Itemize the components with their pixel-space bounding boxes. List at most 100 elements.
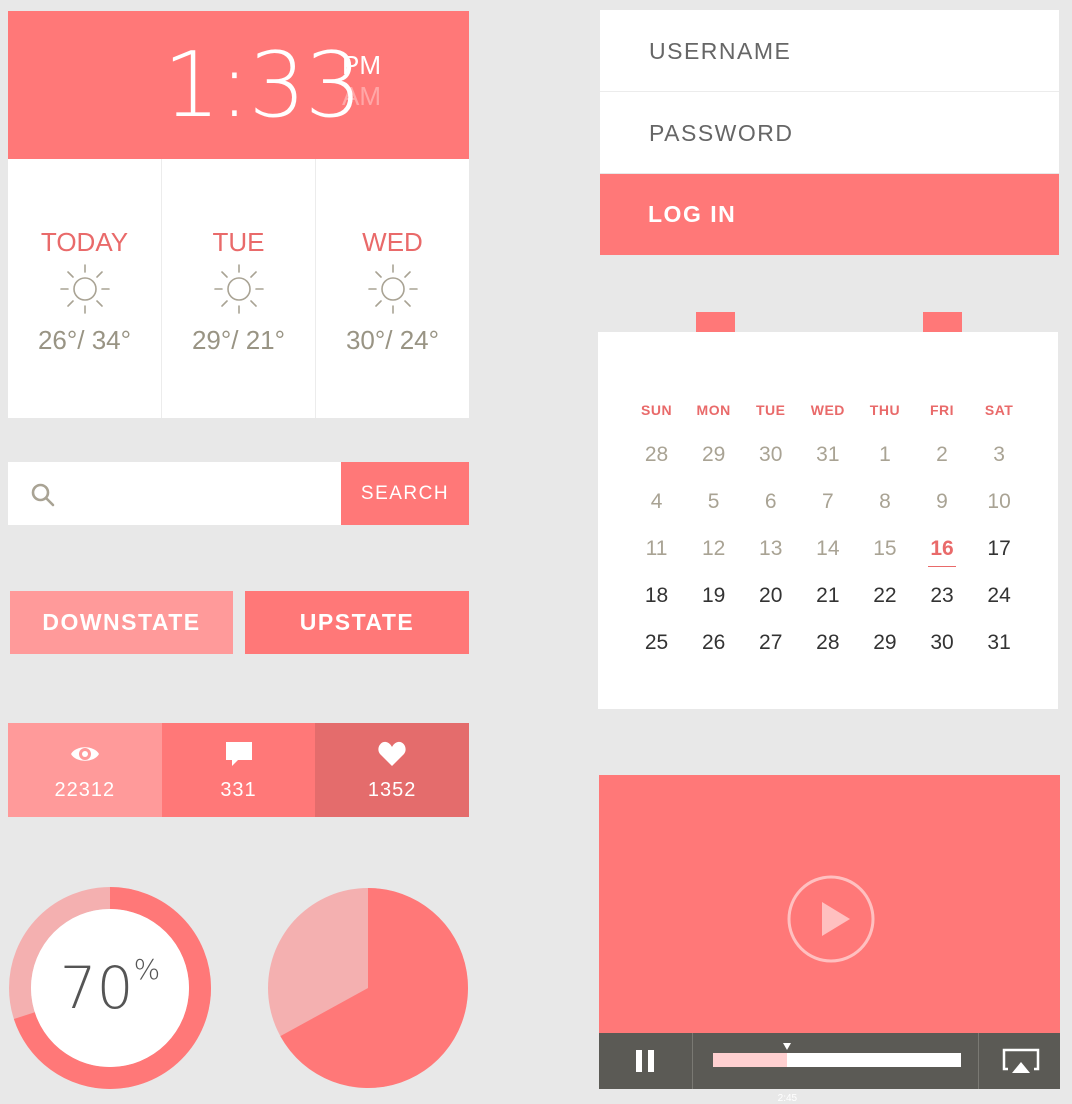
calendar-day[interactable]: 5: [685, 485, 742, 532]
eye-icon: [70, 747, 99, 761]
calendar-day[interactable]: 30: [742, 438, 799, 485]
comment-icon: [225, 742, 252, 766]
calendar-day[interactable]: 2: [913, 438, 970, 485]
calendar-day[interactable]: 19: [685, 579, 742, 626]
calendar-week: 18 19 20 21 22 23 24: [628, 579, 1028, 626]
weather-day: WED 30°/ 24°: [316, 159, 469, 418]
weather-day-name: WED: [362, 227, 423, 257]
views-stat[interactable]: 22312: [8, 723, 162, 817]
pie-graphic: [268, 888, 468, 1088]
username-field-wrapper: [600, 10, 1059, 93]
seek-bar[interactable]: 2:45: [713, 1043, 961, 1104]
current-time: 2:45: [777, 1093, 798, 1104]
downstate-button[interactable]: DOWNSTATE: [10, 591, 233, 654]
calendar-day[interactable]: 4: [628, 485, 685, 532]
calendar-day[interactable]: 31: [971, 626, 1028, 673]
weather-temp: 29°/ 21°: [191, 325, 286, 355]
calendar-day[interactable]: 28: [628, 438, 685, 485]
video-player: 2:45: [599, 775, 1060, 1104]
calendar-day[interactable]: 29: [685, 438, 742, 485]
calendar-day[interactable]: 27: [742, 626, 799, 673]
airplay-icon[interactable]: [978, 1033, 1060, 1089]
calendar-day[interactable]: 7: [799, 485, 856, 532]
calendar-day[interactable]: 28: [799, 626, 856, 673]
seek-handle[interactable]: [783, 1043, 792, 1050]
likes-stat[interactable]: 1352: [315, 723, 470, 817]
calendar-day[interactable]: 9: [913, 485, 970, 532]
video-controls: 2:45: [599, 1033, 1060, 1104]
weather-day: TODAY 26°/ 34°: [8, 159, 162, 418]
comments-stat[interactable]: 331: [161, 723, 316, 817]
sun-icon: [213, 264, 264, 314]
sun-icon: [367, 264, 418, 314]
search-icon: [31, 483, 55, 507]
calendar-day[interactable]: 25: [628, 626, 685, 673]
calendar-day[interactable]: 20: [742, 579, 799, 626]
weather-widget: TODAY 26°/ 34° TUE 29°/ 21° WED 30°/ 24°: [8, 159, 469, 418]
calendar-day[interactable]: 29: [856, 626, 913, 673]
calendar-day[interactable]: 10: [971, 485, 1028, 532]
weather-temp: 26°/ 34°: [37, 325, 132, 355]
username-field[interactable]: [647, 10, 1041, 93]
progress-unit: %: [133, 953, 161, 986]
calendar: SUN MON TUE WED THU FRI SAT 28 29 30 31 1 2 3 4…: [598, 332, 1058, 709]
weekday-label: THU: [869, 402, 901, 418]
calendar-day[interactable]: 14: [799, 532, 856, 579]
calendar-day[interactable]: 6: [742, 485, 799, 532]
views-count: 22312: [54, 779, 116, 801]
calendar-day[interactable]: 15: [856, 532, 913, 579]
social-stats: 22312 331 1352: [8, 723, 470, 817]
calendar-day[interactable]: 23: [913, 579, 970, 626]
weekday-label: SUN: [641, 402, 673, 418]
pause-icon[interactable]: [599, 1033, 693, 1089]
upstate-button[interactable]: UPSTATE: [245, 591, 469, 654]
weekday-label: WED: [810, 402, 845, 418]
weather-temp: 30°/ 24°: [345, 325, 440, 355]
pie-chart: [266, 886, 470, 1090]
clock-am[interactable]: AM: [342, 82, 381, 110]
calendar-day-today[interactable]: 16: [913, 532, 970, 579]
clock-widget: 1:33 PM AM: [8, 11, 469, 159]
search-input[interactable]: [70, 462, 344, 527]
calendar-grid: 28 29 30 31 1 2 3 4 5 6 7 8 9 10 11 12 13 14 15 16 17 18 19 20 2…: [628, 438, 1028, 673]
calendar-day[interactable]: 3: [971, 438, 1028, 485]
password-field-wrapper: [600, 92, 1059, 175]
calendar-weekdays: SUN MON TUE WED THU FRI SAT: [628, 402, 1028, 418]
calendar-day[interactable]: 31: [799, 438, 856, 485]
progress-label: 70%: [8, 886, 212, 1090]
calendar-day[interactable]: 12: [685, 532, 742, 579]
calendar-day[interactable]: 1: [856, 438, 913, 485]
login-button[interactable]: LOG IN: [600, 174, 1059, 255]
progress-value: 70: [59, 954, 134, 1022]
weekday-label: TUE: [755, 402, 786, 418]
calendar-day[interactable]: 18: [628, 579, 685, 626]
calendar-day[interactable]: 26: [685, 626, 742, 673]
calendar-day[interactable]: 21: [799, 579, 856, 626]
search-bar: SEARCH: [8, 462, 469, 527]
password-field[interactable]: [647, 92, 1041, 175]
calendar-day[interactable]: 24: [971, 579, 1028, 626]
calendar-day[interactable]: 17: [971, 532, 1028, 579]
likes-count: 1352: [367, 779, 417, 801]
calendar-week: 25 26 27 28 29 30 31: [628, 626, 1028, 673]
clock-time: 1:33: [163, 33, 362, 138]
calendar-week: 28 29 30 31 1 2 3: [628, 438, 1028, 485]
calendar-day[interactable]: 11: [628, 532, 685, 579]
progress-ring: 70%: [8, 886, 212, 1090]
weekday-label: FRI: [929, 402, 955, 418]
calendar-day[interactable]: 8: [856, 485, 913, 532]
calendar-day[interactable]: 30: [913, 626, 970, 673]
search-button[interactable]: SEARCH: [341, 462, 469, 525]
weekday-label: MON: [696, 402, 731, 418]
login-form: LOG IN: [600, 10, 1059, 255]
calendar-week: 11 12 13 14 15 16 17: [628, 532, 1028, 579]
play-icon[interactable]: [787, 875, 875, 963]
heart-icon: [378, 741, 406, 766]
weather-day-name: TODAY: [40, 227, 129, 257]
calendar-day[interactable]: 22: [856, 579, 913, 626]
weather-day: TUE 29°/ 21°: [162, 159, 316, 418]
comments-count: 331: [220, 779, 257, 801]
calendar-day[interactable]: 13: [742, 532, 799, 579]
weekday-label: SAT: [984, 402, 1014, 418]
clock-pm[interactable]: PM: [342, 51, 381, 79]
